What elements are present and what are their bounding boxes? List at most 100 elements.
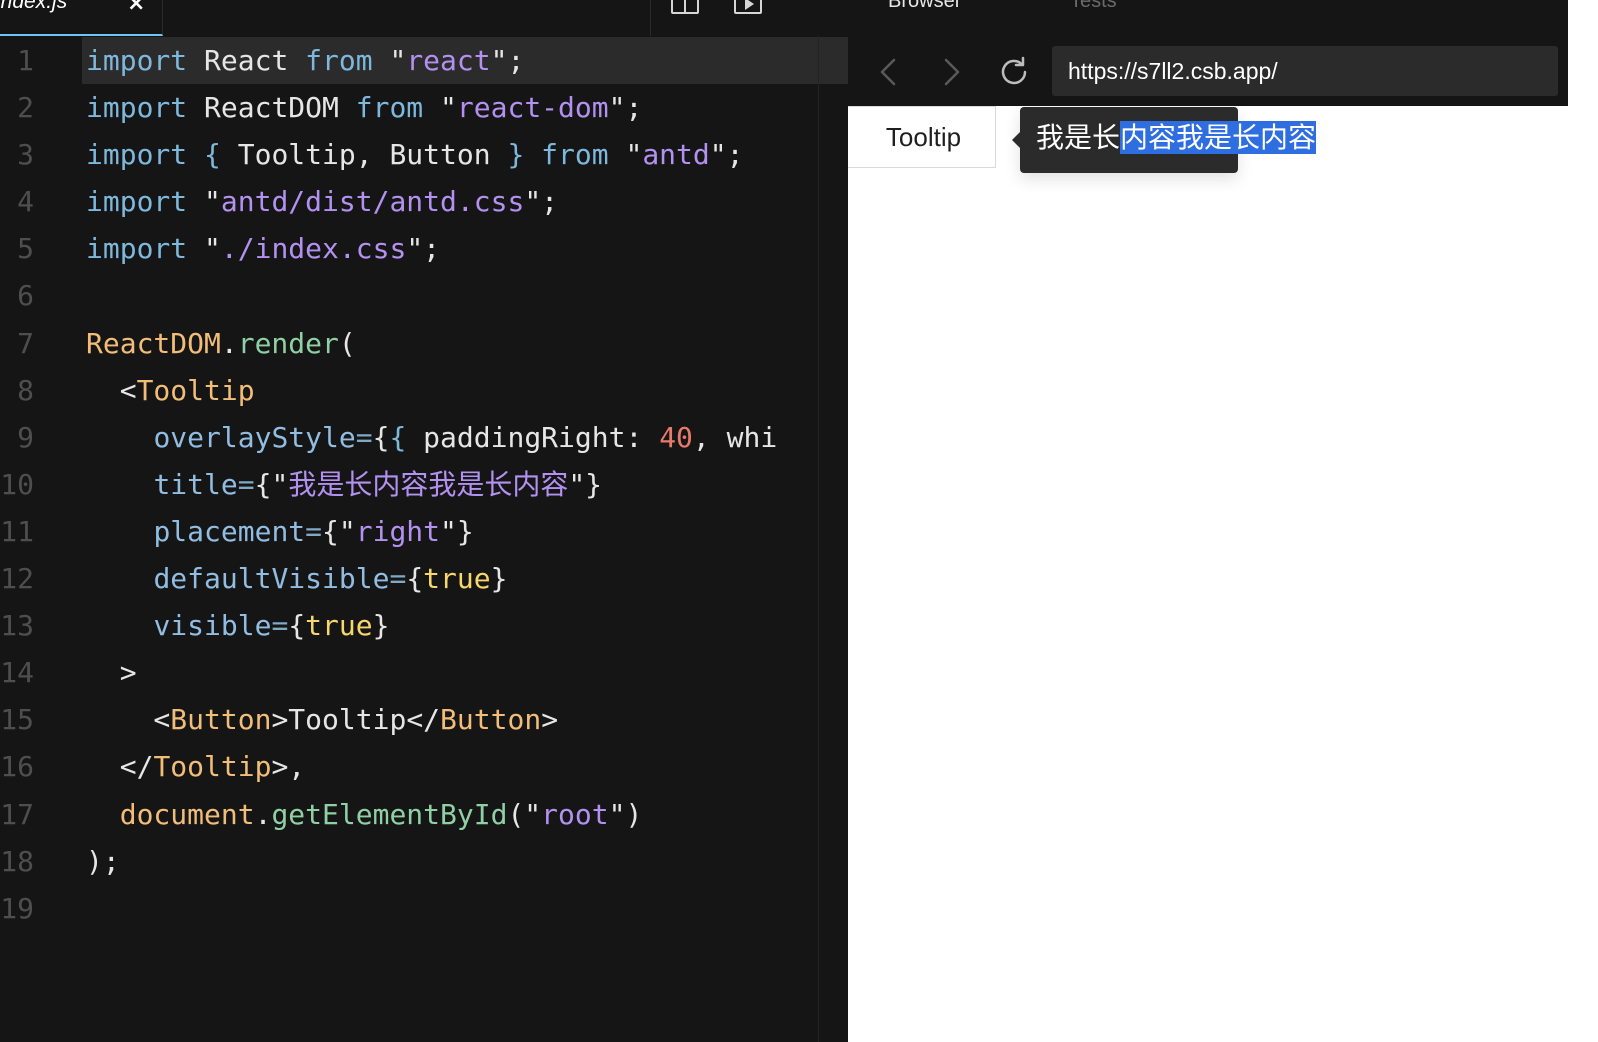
code-token: "} (440, 514, 474, 548)
code-token: . (254, 797, 272, 831)
tab-tests[interactable]: Tests (1070, 0, 1117, 13)
line-number: 1 (17, 44, 34, 77)
address-bar[interactable] (1052, 46, 1558, 96)
code-token: "; (608, 91, 643, 125)
code-token: } (372, 609, 390, 643)
code-line[interactable]: 16 </Tooltip>, (0, 743, 848, 790)
code-text: ); (86, 845, 120, 879)
code-line[interactable]: 10 title={"我是长内容我是长内容"} (0, 461, 848, 508)
code-token: Tooltip, Button (220, 138, 508, 172)
close-icon[interactable]: × (127, 0, 145, 16)
tab-browser[interactable]: Browser (888, 0, 961, 13)
code-token: import (86, 232, 188, 266)
tooltip-text-plain: 我是长 (1036, 121, 1121, 154)
code-line[interactable]: 13 visible={true} (0, 602, 848, 649)
code-token: " (372, 44, 407, 77)
line-number: 17 (0, 797, 34, 831)
preview-icon[interactable] (734, 0, 762, 14)
code-line[interactable]: 8 <Tooltip (0, 367, 848, 414)
code-token: ReactDOM (187, 91, 356, 125)
code-token: { (406, 562, 424, 596)
code-token: paddingRight: (406, 420, 660, 454)
code-token: title (153, 467, 238, 501)
code-token: ") (608, 797, 643, 831)
code-token: = (271, 609, 289, 643)
browser-preview: Browser Tests Tooltip 我是长内容我是长内容 (848, 0, 1568, 1042)
code-text: import { Tooltip, Button } from "antd"; (86, 138, 743, 172)
code-token: Button (440, 703, 542, 737)
code-token: "; (709, 138, 744, 172)
line-number: 4 (17, 185, 34, 219)
code-token: import (86, 91, 188, 125)
code-token: defaultVisible (153, 562, 390, 596)
code-token: { (288, 609, 306, 643)
code-text: overlayStyle={{ paddingRight: 40, whi (86, 421, 777, 455)
code-text: visible={true} (86, 609, 389, 643)
code-token: , whi (692, 420, 778, 454)
code-line[interactable]: 14 > (0, 649, 848, 696)
code-token: from (355, 91, 424, 125)
code-token: right (355, 514, 441, 548)
code-token: "; (490, 44, 525, 77)
line-number: 12 (0, 562, 34, 596)
code-token: > (541, 703, 559, 737)
split-view-icon[interactable] (671, 0, 699, 14)
line-number: 7 (17, 326, 34, 360)
code-text: defaultVisible={true} (86, 562, 507, 596)
line-number: 18 (0, 844, 34, 878)
code-token: render (237, 326, 339, 360)
code-line[interactable]: 1 import React from "react"; (0, 37, 848, 84)
code-token: ReactDOM (86, 326, 221, 360)
code-line[interactable]: 11 placement={"right"} (0, 508, 848, 555)
line-number: 16 (0, 750, 34, 784)
code-token: < (86, 703, 171, 737)
tab-index-js[interactable]: index.js × (0, 0, 163, 36)
code-line[interactable]: 19 (0, 885, 848, 932)
line-number: 13 (0, 609, 34, 643)
code-line[interactable]: 12 defaultVisible={true} (0, 555, 848, 602)
code-line[interactable]: 7 ReactDOM.render( (0, 320, 848, 367)
code-token: " (187, 185, 221, 219)
reload-button[interactable] (994, 52, 1034, 92)
code-token: placement (153, 514, 306, 548)
line-number: 19 (0, 891, 34, 925)
tooltip-button[interactable]: Tooltip (848, 106, 996, 168)
code-text: import React from "react"; (86, 44, 524, 78)
code-token: } (490, 562, 508, 596)
code-token: { (204, 138, 221, 172)
code-token: { (389, 420, 407, 454)
code-token: ./index.css (220, 232, 407, 266)
line-number: 5 (17, 232, 34, 266)
code-token: "} (568, 467, 603, 501)
code-line[interactable]: 17 document.getElementById("root") (0, 791, 848, 838)
code-token: " (187, 232, 221, 266)
code-line[interactable]: 6 (0, 272, 848, 319)
chevron-left-icon (880, 58, 896, 86)
code-line[interactable]: 3 import { Tooltip, Button } from "antd"; (0, 131, 848, 178)
back-button[interactable] (870, 52, 910, 92)
more-icon[interactable]: ••• (797, 0, 846, 10)
code-line[interactable]: 9 overlayStyle={{ paddingRight: 40, whi (0, 414, 848, 461)
code-token: true (423, 562, 491, 596)
line-number: 15 (0, 703, 34, 737)
code-token: (" (507, 797, 542, 831)
code-line[interactable]: 15 <Button>Tooltip</Button> (0, 696, 848, 743)
code-line[interactable]: 18); (0, 838, 848, 885)
url-input[interactable] (1068, 46, 1548, 96)
code-line[interactable]: 4 import "antd/dist/antd.css"; (0, 178, 848, 225)
tooltip-text: 我是长内容我是长内容 (1036, 118, 1317, 158)
code-line[interactable]: 2 import ReactDOM from "react-dom"; (0, 84, 848, 131)
code-token: {" (254, 467, 289, 501)
code-line[interactable]: 5 import "./index.css"; (0, 225, 848, 272)
code-area[interactable]: 1 import React from "react"; 2 import React… (0, 37, 848, 932)
code-text: import "./index.css"; (86, 232, 440, 266)
forward-button[interactable] (932, 52, 972, 92)
code-token: React (187, 44, 306, 77)
code-token: ( (338, 326, 356, 360)
code-text: > (86, 656, 137, 690)
code-token: = (305, 514, 323, 548)
